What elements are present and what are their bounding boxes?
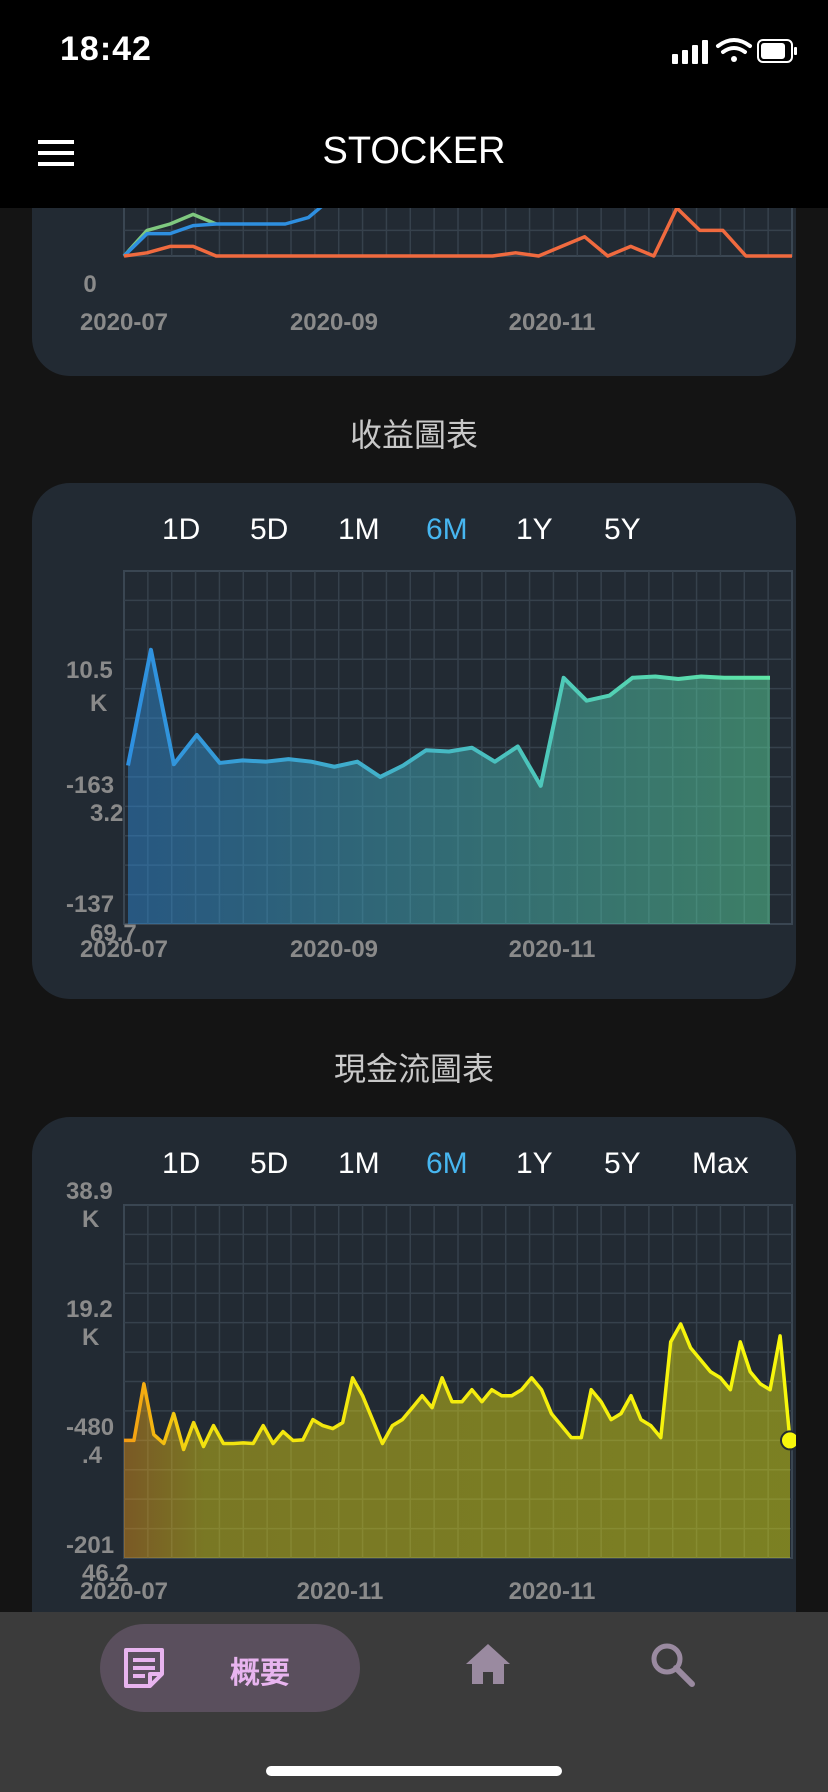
summary-icon: [124, 1648, 164, 1688]
y-tick-label: -163: [66, 772, 114, 799]
x-tick-label: 2020-07: [80, 1578, 168, 1605]
y-tick-label: -480: [66, 1414, 114, 1441]
app-header: STOCKER: [0, 100, 828, 208]
x-tick-label: 2020-07: [80, 936, 168, 963]
bottom-nav: 概要: [0, 1612, 828, 1792]
income-area-fill: [128, 649, 770, 924]
income-section-title: 收益圖表: [349, 417, 478, 453]
x-tick-label: 2020-11: [509, 1578, 596, 1605]
cashflow-last-point: [780, 1430, 796, 1451]
cashflow-chart-card: 1D 5D 1M 6M 1Y 5Y Max 38.9 K 19.2 K -480.4 -201 46.2…: [32, 1117, 796, 1612]
income-chart-card: 1D 5D 1M 6M 1Y 5Y 10.5 K -163 3.2 -137 69.7 2020-07…: [32, 483, 796, 999]
home-indicator: [266, 1766, 562, 1776]
x-tick-label: 2020-11: [509, 309, 596, 336]
cashflow-area-chart: 38.9K19.2K-480.4-20146.22020-07 2020-11 20…: [66, 1178, 796, 1605]
income-area-chart: 10.5K-1633.2-13769.72020-07 2020-09 2020-1…: [66, 570, 793, 963]
x-tick-label: 2020-11: [297, 1578, 384, 1605]
app-title: STOCKER: [322, 130, 506, 172]
content-scroll[interactable]: 0 2020-07 2020-09 2020-11 收益圖表 1D 5D 1M 6M 1Y 5Y…: [0, 208, 828, 1612]
x-tick-label: 2020-11: [509, 936, 596, 963]
y-tick-label: -201: [66, 1532, 114, 1559]
y-tick-label: K: [82, 1324, 100, 1351]
y-tick-label: 19.2: [66, 1296, 113, 1323]
x-tick-label: 2020-07: [80, 309, 168, 336]
status-icons: [672, 38, 797, 64]
wifi-icon: [716, 38, 752, 62]
portfolio-line-chart: 0 2020-07 2020-09 2020-11: [80, 208, 793, 336]
nav-summary-tab[interactable]: 概要: [100, 1624, 360, 1712]
y-tick-label: K: [82, 1206, 100, 1233]
search-icon[interactable]: [648, 1640, 696, 1688]
y-tick-label: .4: [82, 1442, 103, 1469]
x-tick-label: 2020-09: [290, 309, 378, 336]
nav-summary-label: 概要: [230, 1657, 290, 1690]
y-tick-label: K: [90, 690, 108, 717]
y-tick-label: 38.9: [66, 1178, 113, 1205]
battery-icon: [757, 39, 797, 63]
status-bar: 18:42: [0, 0, 828, 100]
signal-icon: [672, 40, 708, 64]
y-tick-label: -137: [66, 891, 114, 918]
portfolio-chart-card: 0 2020-07 2020-09 2020-11: [32, 208, 796, 376]
cashflow-section-title: 現金流圖表: [333, 1051, 494, 1087]
y-tick-label: 0: [83, 271, 96, 298]
y-tick-label: 10.5: [66, 657, 113, 684]
status-time: 18:42: [60, 30, 152, 68]
x-tick-label: 2020-09: [290, 936, 378, 963]
home-icon[interactable]: [464, 1642, 512, 1686]
y-tick-label: 3.2: [90, 800, 123, 827]
